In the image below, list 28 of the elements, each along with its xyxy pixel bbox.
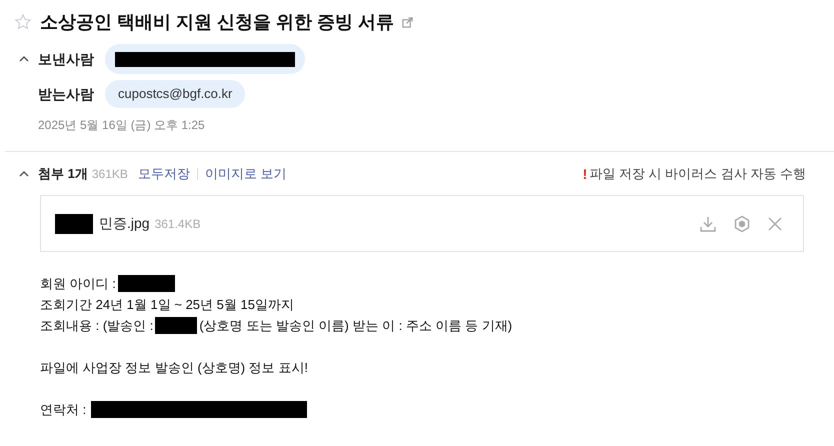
email-subject: 소상공인 택배비 지원 신청을 위한 증빙 서류 (40, 10, 394, 34)
download-icon[interactable] (699, 214, 717, 232)
body-text: (상호명 또는 발송인 이름) 받는 이 : 주소 이름 등 기재) (199, 316, 512, 335)
attachment-action-link[interactable]: 이미지로 보기 (204, 164, 286, 184)
sender-chip[interactable] (105, 44, 305, 74)
external-link-icon[interactable] (402, 16, 414, 28)
warning-mark: ! (582, 164, 588, 184)
hexagon-icon[interactable] (733, 214, 751, 232)
field-label: 받는사람 (38, 84, 95, 104)
attachment-action-link[interactable]: 모두저장 (138, 164, 190, 184)
file-name: 민증.jpg (99, 214, 150, 233)
sent-date: 2025년 5월 16일 (금) 오후 1:25 (38, 117, 206, 134)
attachment-item[interactable]: 민증.jpg 361.4KB (40, 195, 804, 252)
attachment-count: 첨부 1개 (38, 165, 88, 184)
redaction-bar (118, 275, 175, 292)
file-size: 361.4KB (154, 216, 201, 232)
redaction-bar (155, 317, 198, 334)
recipient-chip[interactable]: cupostcs@bgf.co.kr (105, 80, 246, 108)
body-text: 파일에 사업장 정보 발송인 (상호명) 정보 표시! (40, 358, 308, 377)
body-text: 조회기간 24년 1월 1일 ~ 25년 5월 15일까지 (40, 296, 294, 314)
attachment-size: 361KB (92, 166, 128, 183)
virus-scan-notice: 파일 저장 시 바이러스 검사 자동 수행 (589, 165, 806, 184)
body-text: 연락처 : (40, 400, 86, 419)
field-label: 보낸사람 (38, 50, 95, 68)
close-icon[interactable] (767, 216, 783, 232)
body-text: 조회내용 : (발송인 : (40, 316, 154, 335)
star-icon[interactable] (14, 13, 32, 31)
body-text: 회원 아이디 : (40, 274, 116, 293)
